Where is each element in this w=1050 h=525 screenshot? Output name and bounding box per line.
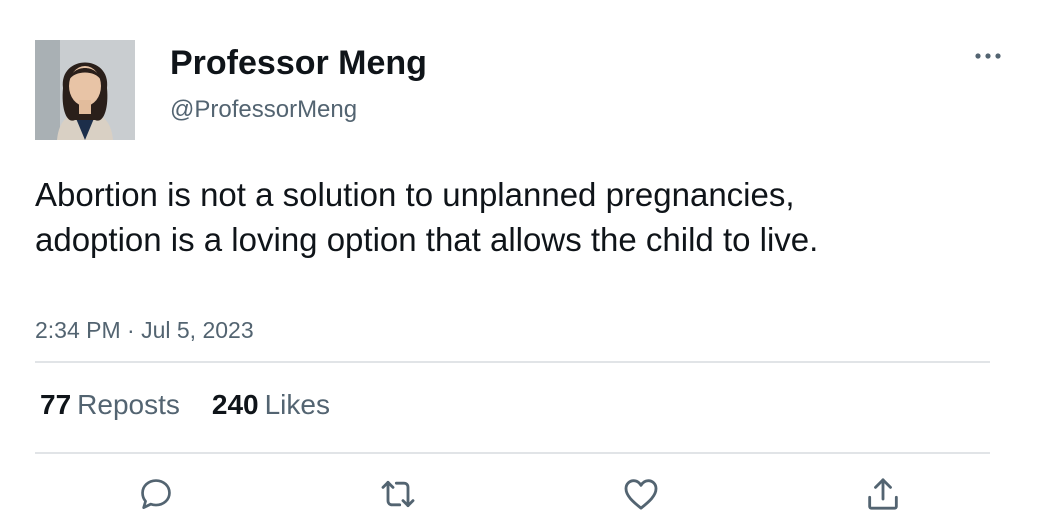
divider [35, 452, 990, 454]
reply-button[interactable] [134, 472, 178, 516]
more-options-icon[interactable] [970, 44, 1006, 68]
reposts-count: 77 [40, 389, 72, 420]
repost-button[interactable] [376, 472, 420, 516]
avatar[interactable] [35, 40, 135, 140]
likes-label: Likes [264, 389, 330, 420]
like-button[interactable] [619, 472, 663, 516]
profile-photo [35, 40, 135, 140]
likes-count: 240 [211, 389, 259, 420]
likes-stat[interactable]: 240 Likes [212, 387, 330, 423]
reposts-stat[interactable]: 77 Reposts [40, 387, 180, 423]
tweet-text: Abortion is not a solution to unplanned … [35, 176, 819, 258]
reposts-label: Reposts [77, 389, 180, 420]
repost-icon [381, 480, 415, 508]
display-name[interactable]: Professor Meng [170, 42, 427, 84]
share-button[interactable] [861, 472, 905, 516]
like-icon [624, 479, 658, 510]
user-handle[interactable]: @ProfessorMeng [170, 95, 357, 125]
divider [35, 361, 990, 363]
tweet-timestamp[interactable]: 2:34 PM · Jul 5, 2023 [35, 315, 254, 345]
share-icon [868, 478, 898, 510]
engagement-stats: 77 Reposts 240 Likes [40, 387, 330, 423]
reply-icon [141, 479, 171, 509]
